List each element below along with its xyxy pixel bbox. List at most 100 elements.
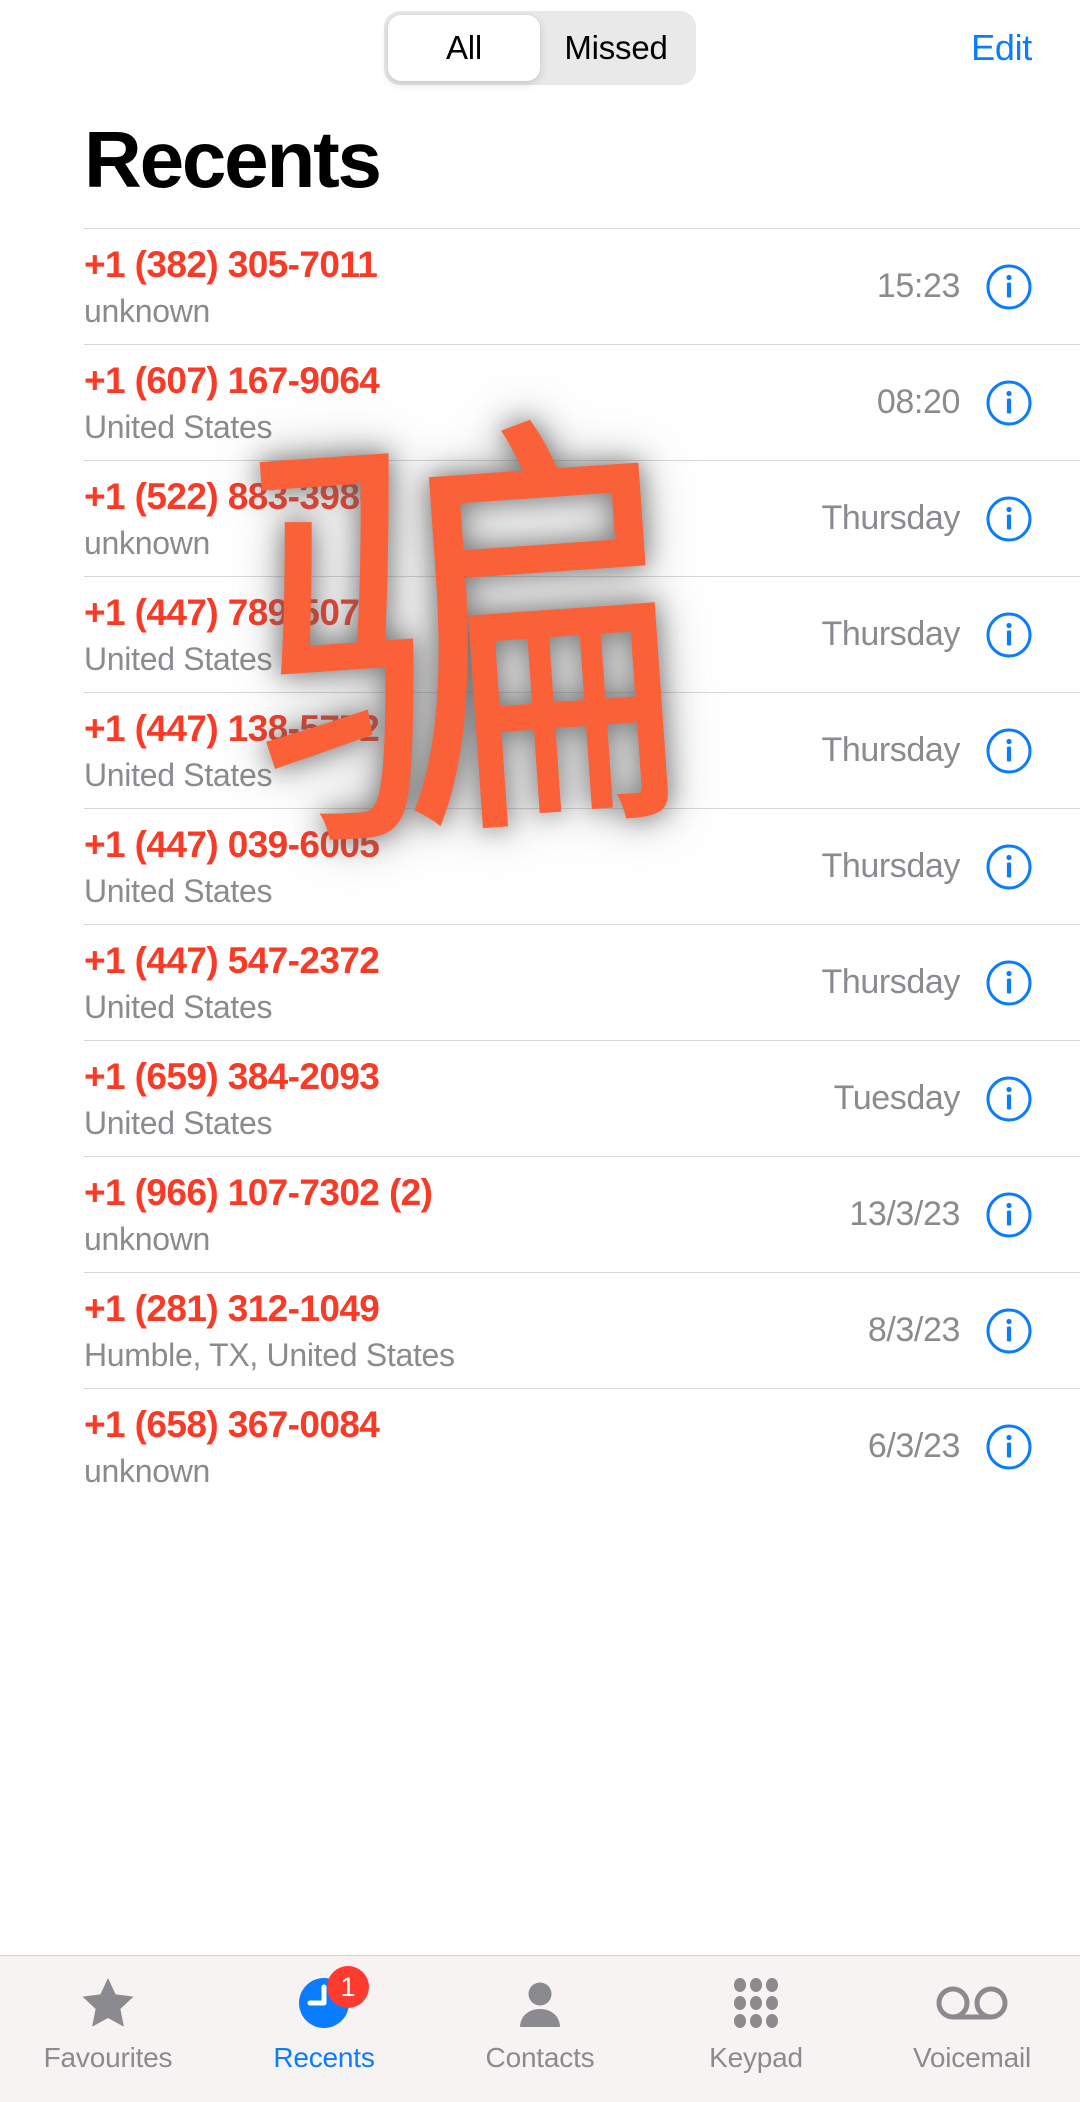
call-time: 6/3/23 bbox=[867, 1427, 961, 1465]
call-location: United States bbox=[84, 408, 273, 445]
call-time: Thursday bbox=[821, 615, 960, 653]
call-location: United States bbox=[84, 1104, 273, 1141]
tab-label: Keypad bbox=[709, 2042, 803, 2073]
tab-label: Recents bbox=[273, 2042, 375, 2073]
tab-voicemail[interactable]: Voicemail bbox=[864, 1956, 1080, 2074]
call-location: Humble, TX, United States bbox=[84, 1336, 455, 1373]
call-time: Thursday bbox=[821, 731, 960, 769]
call-row-right: Thursday bbox=[821, 496, 1032, 542]
call-row-right: Thursday bbox=[821, 728, 1032, 774]
recent-calls-list: +1 (382) 305-7011 unknown 15:23 +1 (607) 16… bbox=[0, 228, 1080, 1504]
voicemail-icon bbox=[936, 1986, 1008, 2020]
call-row-main: +1 (522) 883-3986 unknown bbox=[84, 474, 821, 562]
call-row-main: +1 (966) 107-7302 (2) unknown bbox=[84, 1170, 849, 1258]
tab-icon-wrap bbox=[725, 1972, 787, 2034]
info-icon[interactable] bbox=[986, 1076, 1032, 1122]
call-row[interactable]: +1 (281) 312-1049 Humble, TX, United Stat… bbox=[84, 1272, 1080, 1388]
call-location: United States bbox=[84, 640, 273, 677]
info-icon[interactable] bbox=[986, 1424, 1032, 1470]
call-row-main: +1 (281) 312-1049 Humble, TX, United Stat… bbox=[84, 1286, 868, 1374]
info-icon[interactable] bbox=[986, 728, 1032, 774]
page-title: Recents bbox=[84, 115, 382, 204]
call-time: Thursday bbox=[821, 963, 960, 1001]
tab-label: Contacts bbox=[485, 2042, 595, 2073]
call-row-main: +1 (659) 384-2093 United States bbox=[84, 1054, 834, 1142]
call-time: 8/3/23 bbox=[867, 1311, 961, 1349]
tab-label: Voicemail bbox=[912, 2042, 1032, 2073]
call-time: Thursday bbox=[821, 847, 960, 885]
tab-favourites[interactable]: Favourites bbox=[0, 1956, 216, 2074]
call-location: United States bbox=[84, 756, 273, 793]
call-time: 15:23 bbox=[876, 267, 960, 305]
tab-keypad[interactable]: Keypad bbox=[648, 1956, 864, 2074]
edit-button[interactable]: Edit bbox=[971, 27, 1032, 69]
segment-all[interactable]: All bbox=[388, 15, 540, 81]
tab-icon-wrap bbox=[934, 1972, 1010, 2034]
call-row[interactable]: +1 (447) 039-6005 United States Thursday bbox=[84, 808, 1080, 924]
call-row-main: +1 (447) 547-2372 United States bbox=[84, 938, 821, 1026]
info-icon[interactable] bbox=[986, 264, 1032, 310]
call-time: Thursday bbox=[821, 499, 960, 537]
call-row[interactable]: +1 (607) 167-9064 United States 08:20 bbox=[84, 344, 1080, 460]
segment-missed[interactable]: Missed bbox=[540, 15, 692, 81]
call-row-main: +1 (447) 039-6005 United States bbox=[84, 822, 821, 910]
call-number: +1 (966) 107-7302 (2) bbox=[84, 1172, 433, 1214]
call-row-main: +1 (447) 138-5772 United States bbox=[84, 706, 821, 794]
call-number: +1 (447) 039-6005 bbox=[84, 824, 380, 866]
info-icon[interactable] bbox=[986, 496, 1032, 542]
call-row[interactable]: +1 (658) 367-0084 unknown 6/3/23 bbox=[84, 1388, 1080, 1504]
top-bar: All Missed Edit bbox=[0, 0, 1080, 96]
call-number: +1 (447) 789-5070 bbox=[84, 592, 380, 634]
call-row-right: Tuesday bbox=[834, 1076, 1032, 1122]
call-location: unknown bbox=[84, 1452, 210, 1489]
call-location: United States bbox=[84, 872, 273, 909]
call-row[interactable]: +1 (447) 138-5772 United States Thursday bbox=[84, 692, 1080, 808]
info-icon[interactable] bbox=[986, 612, 1032, 658]
info-icon[interactable] bbox=[986, 1308, 1032, 1354]
call-location: unknown bbox=[84, 1220, 210, 1257]
call-number: +1 (447) 547-2372 bbox=[84, 940, 380, 982]
call-location: United States bbox=[84, 988, 273, 1025]
call-row-right: 6/3/23 bbox=[868, 1424, 1032, 1470]
call-location: unknown bbox=[84, 292, 210, 329]
phone-recents-screen: All Missed Edit Recents +1 (382) 305-701… bbox=[0, 0, 1080, 2102]
call-row[interactable]: +1 (382) 305-7011 unknown 15:23 bbox=[84, 228, 1080, 344]
info-icon[interactable] bbox=[986, 380, 1032, 426]
tab-bar: Favourites 1 Recents Contacts Keypad Voicemai… bbox=[0, 1955, 1080, 2102]
call-time: Tuesday bbox=[833, 1079, 961, 1117]
call-time: 13/3/23 bbox=[849, 1195, 960, 1233]
call-row-right: 15:23 bbox=[877, 264, 1032, 310]
call-row[interactable]: +1 (447) 789-5070 United States Thursday bbox=[84, 576, 1080, 692]
tab-label: Favourites bbox=[43, 2042, 173, 2073]
tab-recents[interactable]: 1 Recents bbox=[216, 1956, 432, 2074]
call-row-right: 13/3/23 bbox=[849, 1192, 1032, 1238]
person-icon bbox=[520, 1982, 560, 2027]
call-location: unknown bbox=[84, 524, 210, 561]
call-row-right: Thursday bbox=[821, 844, 1032, 890]
call-row[interactable]: +1 (522) 883-3986 unknown Thursday bbox=[84, 460, 1080, 576]
call-row-main: +1 (447) 789-5070 United States bbox=[84, 590, 821, 678]
call-number: +1 (607) 167-9064 bbox=[84, 360, 380, 402]
call-filter-segmented-control[interactable]: All Missed bbox=[384, 11, 696, 85]
info-icon[interactable] bbox=[986, 844, 1032, 890]
call-row[interactable]: +1 (966) 107-7302 (2) unknown 13/3/23 bbox=[84, 1156, 1080, 1272]
tab-badge: 1 bbox=[327, 1966, 369, 2008]
tab-contacts[interactable]: Contacts bbox=[432, 1956, 648, 2074]
keypad-icon bbox=[734, 1978, 778, 2028]
info-icon[interactable] bbox=[986, 1192, 1032, 1238]
tab-icon-wrap bbox=[509, 1972, 571, 2034]
tab-icon-wrap bbox=[77, 1972, 139, 2034]
segment-missed-label: Missed bbox=[564, 29, 668, 66]
call-number: +1 (447) 138-5772 bbox=[84, 708, 380, 750]
call-row-main: +1 (607) 167-9064 United States bbox=[84, 358, 877, 446]
call-row-main: +1 (382) 305-7011 unknown bbox=[84, 242, 877, 330]
call-row-right: Thursday bbox=[821, 612, 1032, 658]
star-icon bbox=[82, 1978, 134, 2027]
call-row-right: 8/3/23 bbox=[868, 1308, 1032, 1354]
call-row[interactable]: +1 (659) 384-2093 United States Tuesday bbox=[84, 1040, 1080, 1156]
call-time: 08:20 bbox=[876, 383, 960, 421]
call-row-main: +1 (658) 367-0084 unknown bbox=[84, 1402, 868, 1490]
segment-all-label: All bbox=[445, 29, 483, 66]
call-row[interactable]: +1 (447) 547-2372 United States Thursday bbox=[84, 924, 1080, 1040]
info-icon[interactable] bbox=[986, 960, 1032, 1006]
